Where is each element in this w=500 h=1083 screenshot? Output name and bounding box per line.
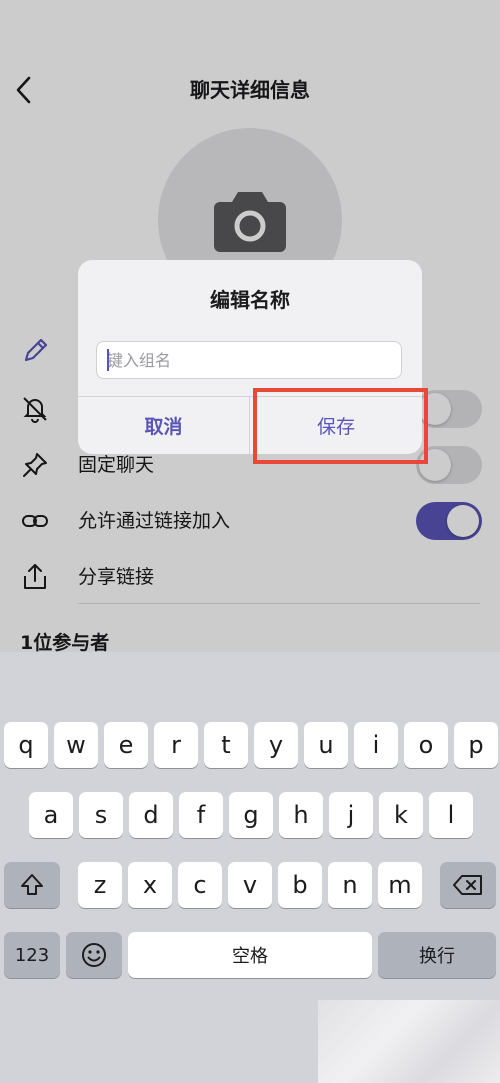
key-i[interactable]: i: [354, 722, 398, 768]
return-key[interactable]: 换行: [378, 932, 496, 978]
return-key-label: 换行: [419, 946, 455, 967]
key-v[interactable]: v: [228, 862, 272, 908]
key-k[interactable]: k: [379, 792, 423, 838]
key-x[interactable]: x: [128, 862, 172, 908]
space-key-label: 空格: [232, 946, 268, 967]
key-f[interactable]: f: [179, 792, 223, 838]
text-caret: [107, 349, 109, 371]
key-y[interactable]: y: [254, 722, 298, 768]
key-l[interactable]: l: [429, 792, 473, 838]
shift-icon: [21, 874, 43, 895]
key-c[interactable]: c: [178, 862, 222, 908]
key-j[interactable]: j: [329, 792, 373, 838]
key-e[interactable]: e: [104, 722, 148, 768]
group-name-input[interactable]: [96, 341, 402, 379]
key-q[interactable]: q: [4, 722, 48, 768]
key-h[interactable]: h: [279, 792, 323, 838]
emoji-icon: [82, 943, 106, 967]
key-r[interactable]: r: [154, 722, 198, 768]
emoji-key[interactable]: [66, 932, 122, 978]
key-m[interactable]: m: [378, 862, 422, 908]
cancel-button[interactable]: 取消: [78, 397, 249, 454]
backspace-key[interactable]: [440, 862, 496, 908]
space-key[interactable]: 空格: [128, 932, 372, 978]
key-p[interactable]: p: [454, 722, 498, 768]
key-n[interactable]: n: [328, 862, 372, 908]
backspace-icon: [453, 875, 482, 895]
watermark: [318, 1000, 500, 1083]
key-t[interactable]: t: [204, 722, 248, 768]
key-s[interactable]: s: [79, 792, 123, 838]
dialog-title: 编辑名称: [210, 288, 290, 312]
key-d[interactable]: d: [129, 792, 173, 838]
key-a[interactable]: a: [29, 792, 73, 838]
key-w[interactable]: w: [54, 722, 98, 768]
numbers-key-label: 123: [14, 944, 50, 966]
save-highlight-box: [253, 388, 428, 464]
numbers-key[interactable]: 123: [4, 932, 60, 978]
key-z[interactable]: z: [78, 862, 122, 908]
shift-key[interactable]: [4, 862, 60, 908]
key-u[interactable]: u: [304, 722, 348, 768]
key-g[interactable]: g: [229, 792, 273, 838]
key-o[interactable]: o: [404, 722, 448, 768]
key-b[interactable]: b: [278, 862, 322, 908]
